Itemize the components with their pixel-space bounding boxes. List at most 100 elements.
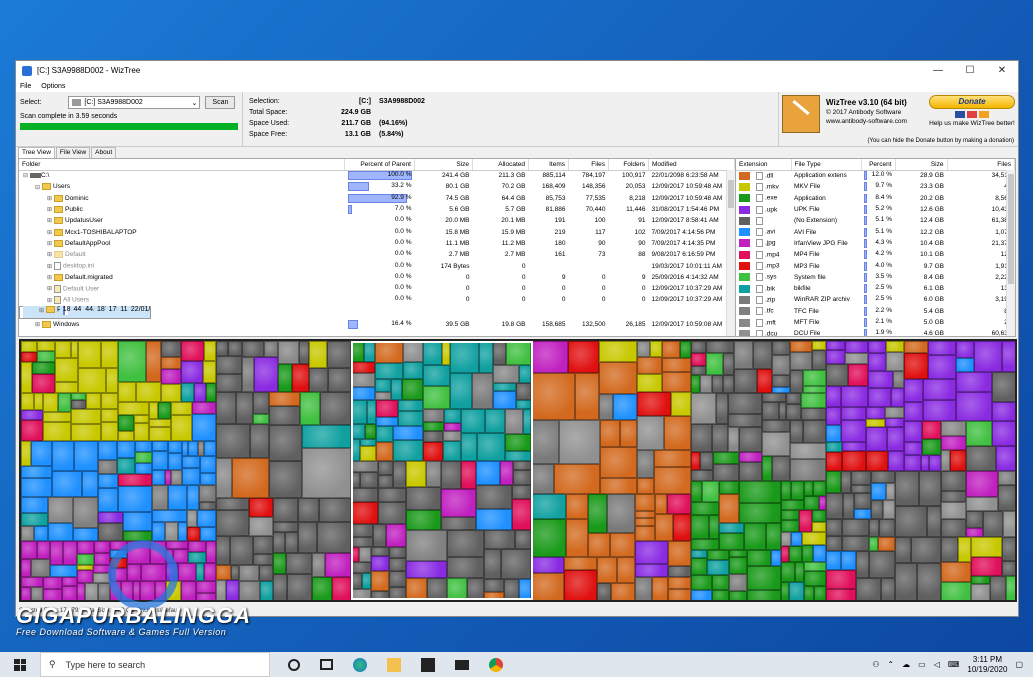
tree-row[interactable]: ⊞ desktop.ini 0.0 % 174 Bytes 0 19/03/2017 10… <box>19 260 735 271</box>
treemap-block[interactable] <box>253 414 269 424</box>
expand-toggle-icon[interactable]: ⊞ <box>47 263 54 270</box>
treemap-block[interactable] <box>216 424 250 458</box>
treemap-block[interactable] <box>887 427 904 451</box>
treemap-block[interactable] <box>168 453 182 470</box>
treemap-block[interactable] <box>868 371 893 388</box>
treemap-block[interactable] <box>790 420 803 443</box>
expand-toggle-icon[interactable]: ⊞ <box>47 285 54 292</box>
treemap-block[interactable] <box>886 483 895 500</box>
treemap-block[interactable] <box>123 512 152 531</box>
treemap-block[interactable] <box>206 383 216 402</box>
treemap-block[interactable] <box>904 353 928 379</box>
treemap-block[interactable] <box>32 362 55 374</box>
treemap-block[interactable] <box>739 503 781 523</box>
extension-row[interactable]: .exe Application 8.4 % 20.2 GB 8,561 <box>736 193 1015 204</box>
treemap-block[interactable] <box>719 533 744 550</box>
treemap-block[interactable] <box>273 553 286 574</box>
treemap-block[interactable] <box>426 461 441 487</box>
treemap-block[interactable] <box>371 556 389 571</box>
treemap-block[interactable] <box>707 550 729 560</box>
treemap-block[interactable] <box>719 494 739 523</box>
treemap-block[interactable] <box>278 364 292 392</box>
extension-row[interactable]: .mft MFT File 2.1 % 5.0 GB26 <box>736 317 1015 328</box>
treemap-block[interactable] <box>904 421 922 442</box>
treemap-block[interactable] <box>881 578 895 600</box>
treemap-block[interactable] <box>531 494 566 519</box>
treemap-block[interactable] <box>423 365 450 386</box>
treemap-block[interactable] <box>204 441 216 456</box>
treemap-block[interactable] <box>171 402 192 415</box>
treemap-block[interactable] <box>117 441 135 458</box>
treemap-block[interactable] <box>360 439 376 446</box>
treemap-block[interactable] <box>747 590 781 600</box>
treemap-block[interactable] <box>762 432 790 456</box>
treemap-block[interactable] <box>950 450 966 471</box>
ext-col-percent[interactable]: Percent <box>861 159 896 171</box>
expand-toggle-icon[interactable]: ⊞ <box>47 297 54 304</box>
treemap-block[interactable] <box>871 483 886 500</box>
treemap-block[interactable] <box>484 579 504 592</box>
treemap-block[interactable] <box>786 404 801 420</box>
treemap-block[interactable] <box>635 518 655 526</box>
treemap-block[interactable] <box>55 341 71 358</box>
treemap-block[interactable] <box>48 523 73 541</box>
treemap-block[interactable] <box>966 446 996 471</box>
treemap-block[interactable] <box>505 409 523 434</box>
treemap-block[interactable] <box>77 583 85 600</box>
treemap-block[interactable] <box>956 358 974 372</box>
treemap-block[interactable] <box>393 461 406 488</box>
treemap-block[interactable] <box>21 497 48 513</box>
treemap-block[interactable] <box>37 351 55 362</box>
treemap-block[interactable] <box>375 341 403 363</box>
treemap-block[interactable] <box>706 353 723 375</box>
treemap-block[interactable] <box>34 526 48 541</box>
treemap-block[interactable] <box>941 582 971 600</box>
treemap-block[interactable] <box>351 472 360 488</box>
treemap-block[interactable] <box>781 582 789 600</box>
treemap-block[interactable] <box>600 420 620 447</box>
treemap-block[interactable] <box>269 392 300 406</box>
treemap-block[interactable] <box>739 481 781 503</box>
treemap-block[interactable] <box>922 421 941 439</box>
treemap-block[interactable] <box>373 524 386 547</box>
treemap-block[interactable] <box>845 341 868 353</box>
treemap-block[interactable] <box>77 554 94 565</box>
treemap-block[interactable] <box>278 341 299 364</box>
tree-col-allocated[interactable]: Allocated <box>472 159 529 171</box>
treemap-block[interactable] <box>427 578 447 600</box>
keyboard-icon[interactable]: ⌨ <box>948 660 960 669</box>
treemap-block[interactable] <box>55 382 78 393</box>
treemap-block[interactable] <box>161 384 181 402</box>
tree-col-modified[interactable]: Modified <box>648 159 735 171</box>
ext-col-file-type[interactable]: File Type <box>791 159 862 171</box>
treemap-block[interactable] <box>181 361 203 383</box>
treemap-block[interactable] <box>791 481 804 500</box>
treemap-block[interactable] <box>48 497 73 523</box>
drive-dropdown[interactable]: [C:] S3A9988D002 ⌄ <box>68 96 201 109</box>
treemap-block[interactable] <box>320 392 351 425</box>
treemap-block[interactable] <box>668 566 691 577</box>
treemap-block[interactable] <box>152 470 165 485</box>
treemap-block[interactable] <box>691 353 706 366</box>
treemap-block[interactable] <box>62 577 77 586</box>
treemap-block[interactable] <box>804 562 826 571</box>
treemap-block[interactable] <box>851 485 871 493</box>
treemap-block[interactable] <box>971 576 990 584</box>
treemap-block[interactable] <box>956 392 992 421</box>
treemap-block[interactable] <box>786 393 801 404</box>
treemap-block[interactable] <box>269 461 302 498</box>
treemap-block[interactable] <box>423 341 442 365</box>
treemap-block[interactable] <box>78 341 101 368</box>
treemap-block[interactable] <box>216 536 230 565</box>
treemap-block[interactable] <box>812 510 826 522</box>
treemap-block[interactable] <box>31 441 52 466</box>
tree-scrollbar[interactable] <box>726 170 735 336</box>
treemap-block[interactable] <box>921 455 929 471</box>
treemap-block[interactable] <box>941 537 958 562</box>
treemap-block[interactable] <box>607 494 635 533</box>
expand-toggle-icon[interactable]: ⊞ <box>47 195 54 202</box>
treemap-block[interactable] <box>196 593 216 600</box>
treemap-block[interactable] <box>351 488 378 502</box>
treemap-block[interactable] <box>888 451 904 471</box>
treemap-block[interactable] <box>178 522 187 541</box>
